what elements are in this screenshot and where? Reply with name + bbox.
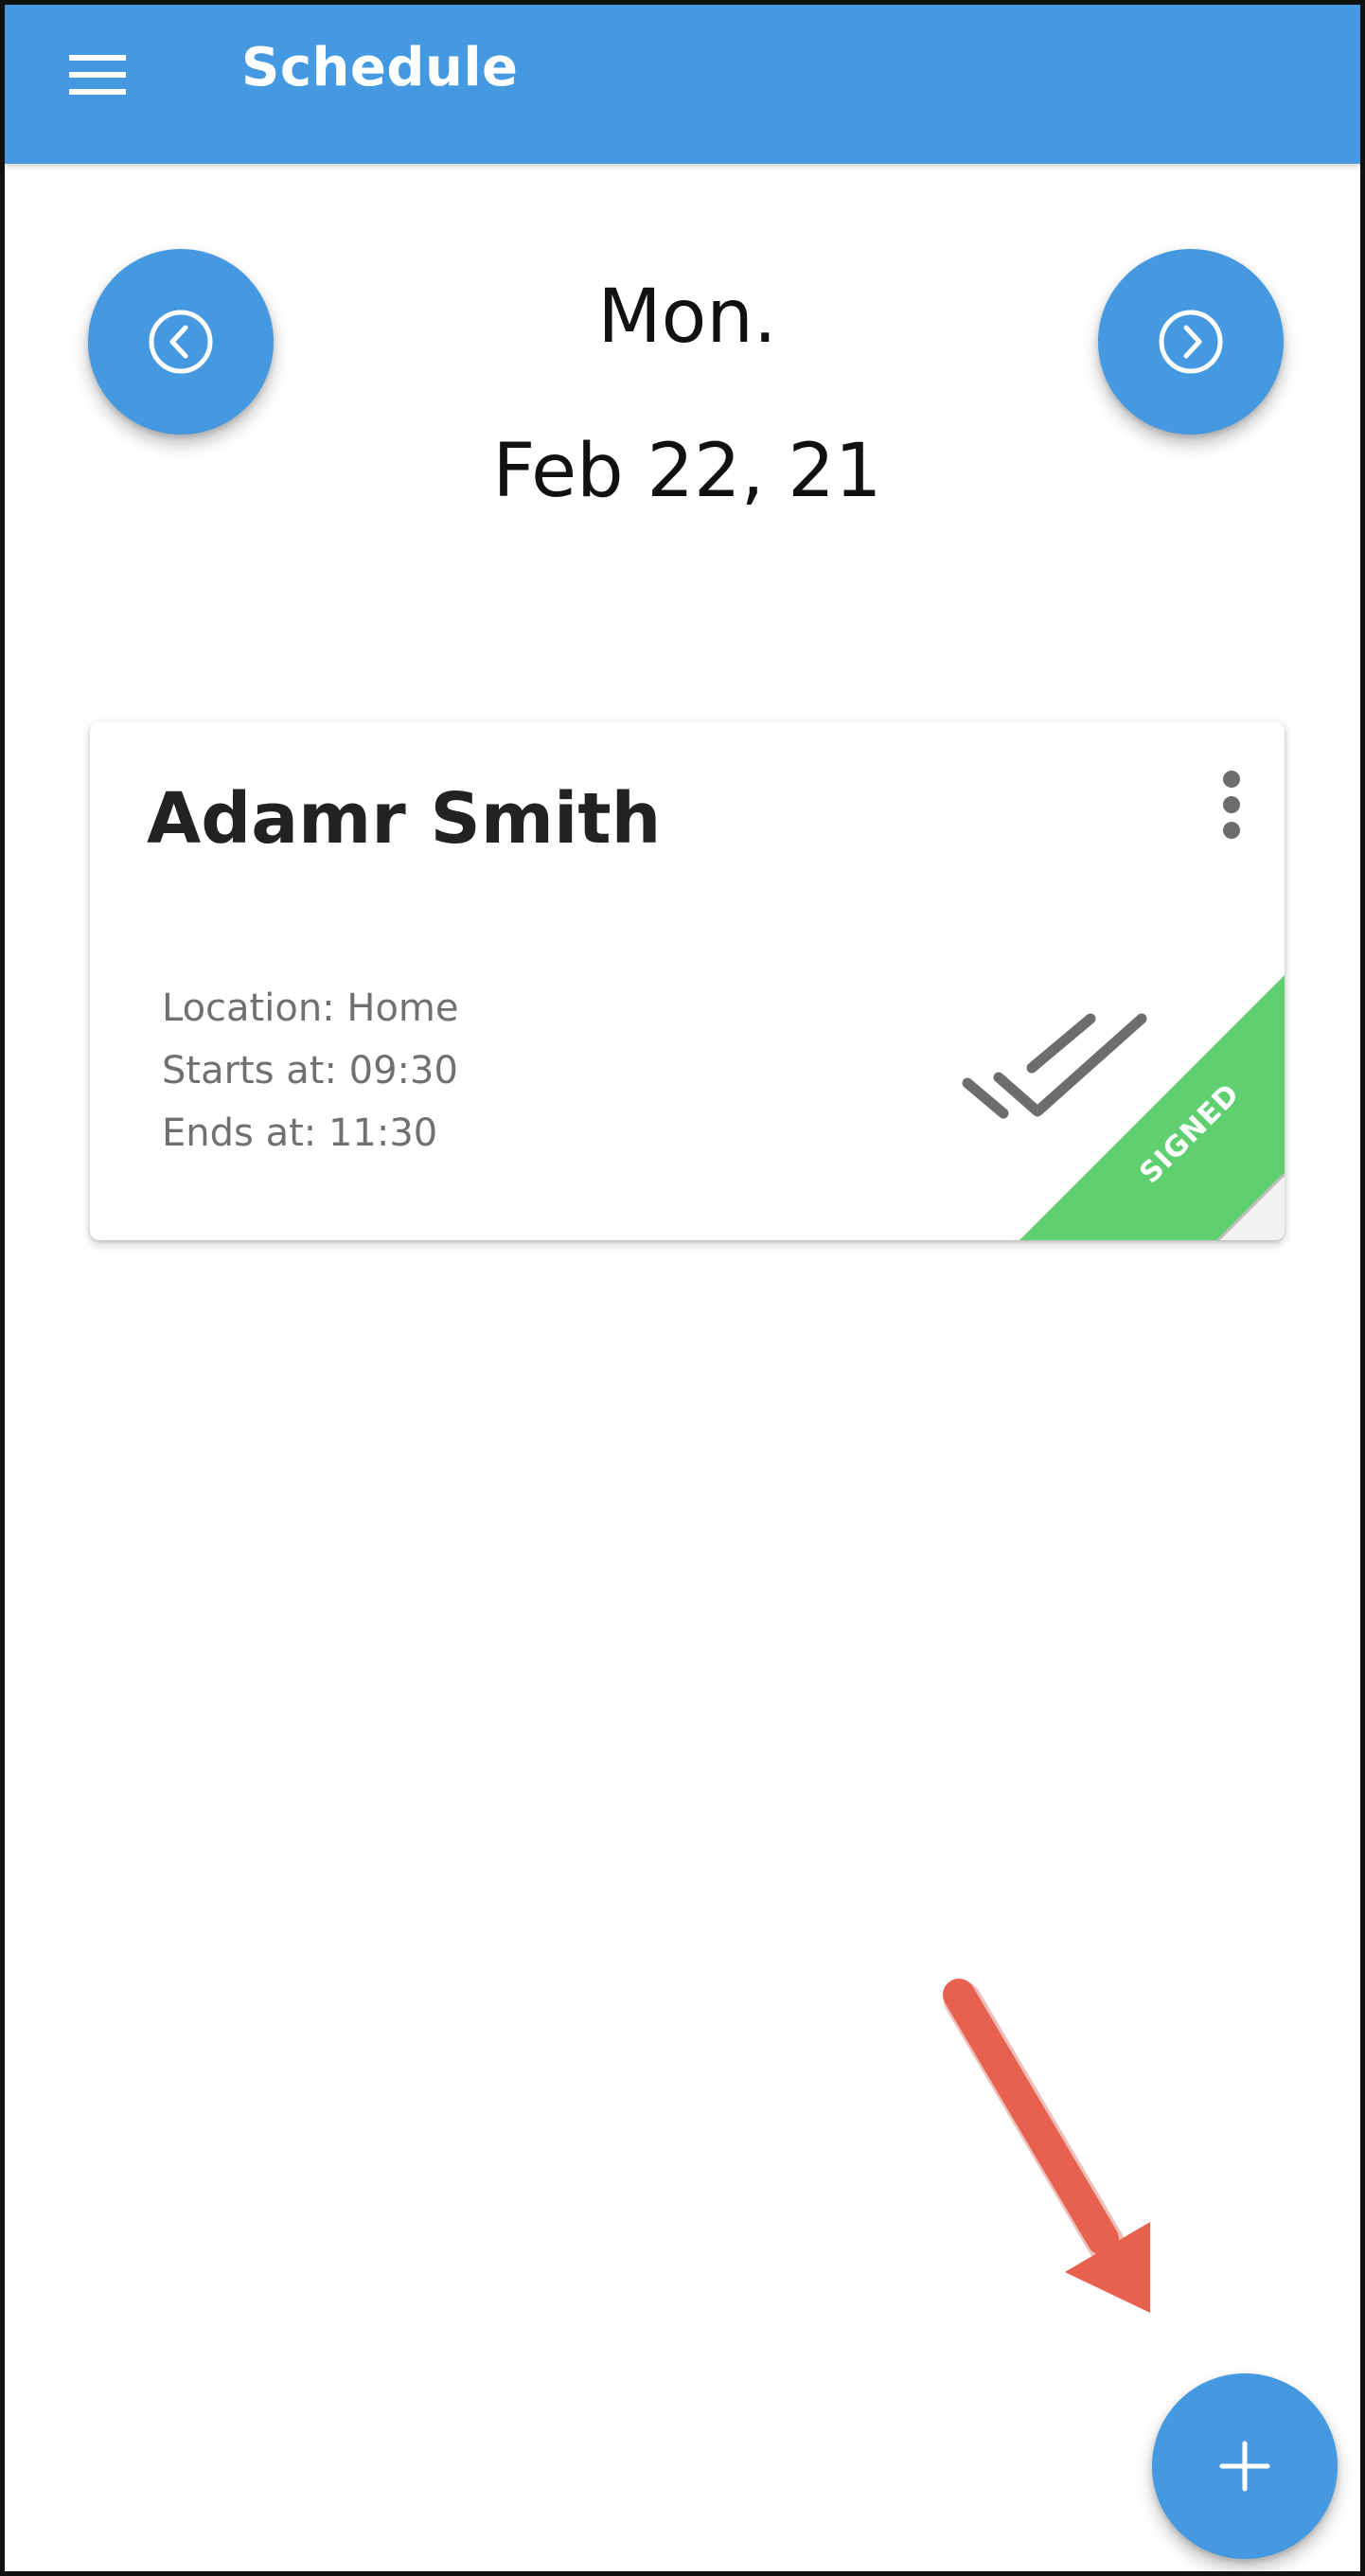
app-bar: Schedule bbox=[5, 5, 1360, 164]
end-time-text: Ends at: 11:30 bbox=[162, 1111, 438, 1155]
location-text: Location: Home bbox=[162, 986, 459, 1030]
next-day-button[interactable] bbox=[1098, 249, 1284, 435]
add-appointment-button[interactable] bbox=[1152, 2373, 1338, 2559]
previous-day-button[interactable] bbox=[88, 249, 274, 435]
chevron-left-circle-icon bbox=[149, 310, 213, 374]
plus-icon bbox=[1219, 2441, 1270, 2492]
page-title: Schedule bbox=[241, 37, 519, 98]
more-vertical-icon[interactable] bbox=[1213, 771, 1250, 856]
annotation-arrow bbox=[943, 1979, 1150, 2313]
day-of-week: Mon. bbox=[597, 275, 777, 360]
hamburger-menu-icon[interactable] bbox=[62, 47, 137, 104]
current-date: Feb 22, 21 bbox=[492, 429, 882, 514]
signed-ribbon: SIGNED bbox=[1019, 975, 1285, 1240]
appointment-details: Location: Home Starts at: 09:30 Ends at:… bbox=[162, 977, 459, 1164]
client-name: Adamr Smith bbox=[147, 778, 662, 860]
app-screen: Schedule Mon. Feb 22, 21 Adamr Smith Loc… bbox=[0, 0, 1365, 2576]
chevron-right-circle-icon bbox=[1159, 310, 1223, 374]
start-time-text: Starts at: 09:30 bbox=[162, 1049, 458, 1093]
appointment-card[interactable]: Adamr Smith Location: Home Starts at: 09… bbox=[90, 721, 1285, 1240]
